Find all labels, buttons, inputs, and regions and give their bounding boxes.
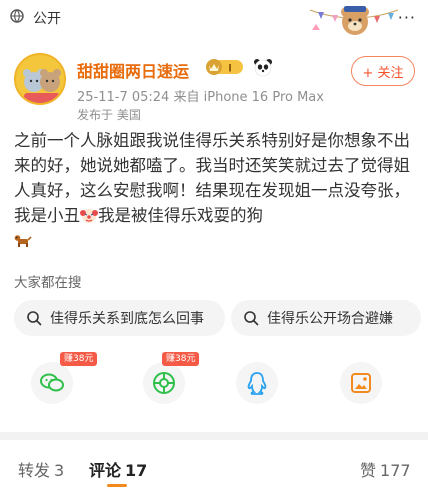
post-location: 发布于 美国 — [77, 106, 141, 123]
visibility-label[interactable]: 公开 — [33, 8, 61, 28]
avatar-image-icon — [16, 55, 64, 103]
earn-badge: 赚38元 — [162, 352, 200, 366]
repost-count: 3 — [54, 461, 65, 480]
post-meta: 25-11-7 05:24 来自 iPhone 16 Pro Max — [77, 86, 324, 105]
repost-label: 转发 — [18, 461, 51, 480]
post-text: 之前一个人脉姐跟我说佳得乐关系特别好是你想象不出来的好，她说她都嗑了。我当时还笑… — [14, 128, 418, 253]
search-chip[interactable]: 佳得乐关系到底怎么回事 — [14, 300, 225, 336]
interaction-tabs: 转发 3 评论 17 赞 177 — [0, 440, 428, 500]
comment-count: 17 — [125, 461, 148, 480]
post-device: iPhone 16 Pro Max — [203, 90, 324, 105]
top-bar: 公开 ··· — [0, 0, 428, 36]
vip-level: I — [228, 63, 231, 75]
like-label: 赞 — [360, 461, 377, 480]
search-icon — [27, 311, 42, 326]
search-chip-label: 佳得乐公开场合避嫌 — [267, 311, 393, 327]
share-row: 赚38元 赚38元 — [0, 352, 428, 422]
clown-emoji-icon — [80, 209, 98, 223]
earn-badge: 赚38元 — [60, 352, 98, 366]
comment-label: 评论 — [89, 461, 122, 480]
follow-button[interactable]: + 关注 — [351, 56, 415, 86]
avatar[interactable] — [14, 53, 66, 105]
search-chip-label: 佳得乐关系到底怎么回事 — [50, 311, 204, 327]
lock-icon — [10, 9, 24, 23]
tab-likes[interactable]: 赞 177 — [360, 457, 411, 481]
author-name[interactable]: 甜甜圈两日速运 — [77, 58, 189, 82]
post-text-part2: 我是被佳得乐戏耍的狗 — [98, 206, 263, 225]
panda-icon — [254, 59, 272, 77]
post-timestamp: 25-11-7 05:24 — [77, 90, 170, 105]
location-prefix: 发布于 — [77, 108, 114, 122]
wechat-icon — [40, 373, 64, 392]
dog-emoji-icon — [14, 235, 32, 247]
section-divider — [0, 432, 428, 440]
like-count: 177 — [380, 461, 411, 480]
share-wechat-button[interactable] — [31, 362, 73, 404]
tab-comments[interactable]: 评论 17 — [89, 457, 147, 481]
share-qq-button[interactable] — [236, 362, 278, 404]
qq-icon — [247, 372, 267, 395]
search-icon — [244, 311, 259, 326]
active-tab-indicator — [107, 484, 127, 487]
search-suggestions-title: 大家都在搜 — [14, 275, 82, 291]
save-image-icon — [351, 373, 371, 393]
decoration-sticker-icon — [309, 6, 399, 35]
more-options-button[interactable]: ··· — [398, 8, 416, 27]
share-moments-button[interactable] — [143, 362, 185, 404]
vip-badge-icon[interactable]: I — [205, 58, 245, 76]
search-chip[interactable]: 佳得乐公开场合避嫌 — [231, 300, 421, 336]
save-image-button[interactable] — [340, 362, 382, 404]
moments-icon — [153, 372, 175, 394]
location-value: 美国 — [116, 108, 141, 122]
tab-repost[interactable]: 转发 3 — [18, 457, 64, 481]
device-prefix: 来自 — [173, 90, 200, 105]
